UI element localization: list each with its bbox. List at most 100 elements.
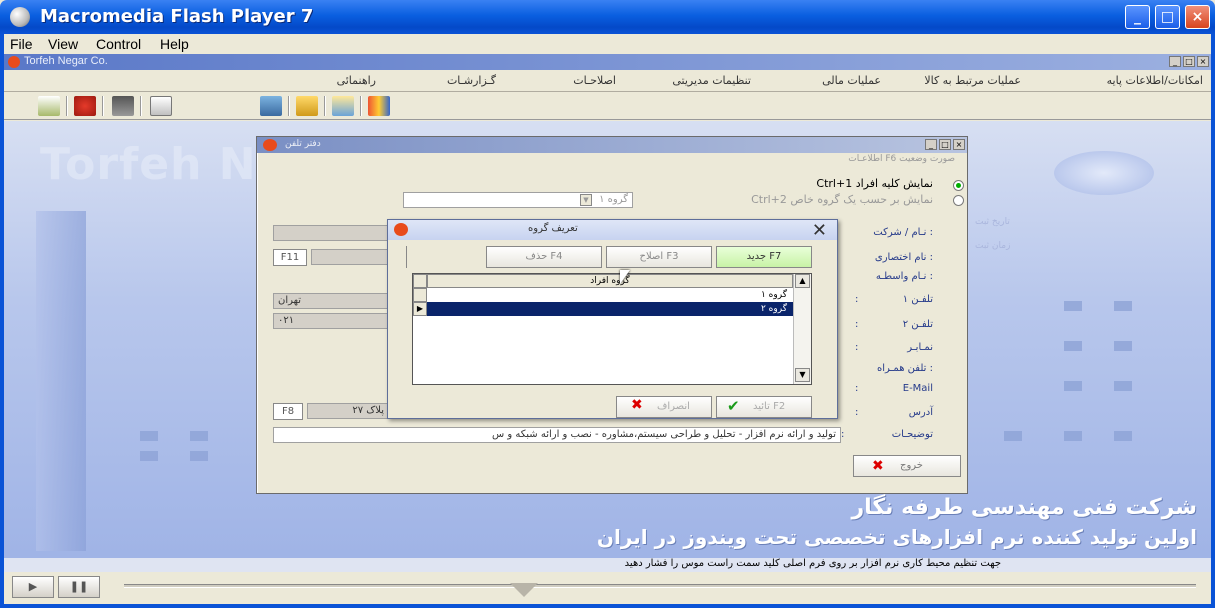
cancel-button-label: انصراف xyxy=(657,401,690,412)
decor-tile xyxy=(1114,381,1132,391)
label-colon: : xyxy=(855,383,859,394)
phonebook-title: دفتر تلفن xyxy=(285,139,321,149)
company-logo xyxy=(1054,151,1154,195)
window-title: Macromedia Flash Player 7 xyxy=(40,6,314,27)
decor-tile xyxy=(1114,301,1132,311)
checkmark-icon: ✔ xyxy=(727,397,740,415)
close-button[interactable]: × xyxy=(1185,5,1210,29)
group-dialog-title: تعریف گروه xyxy=(528,223,578,234)
phonebook-maximize-button[interactable]: □ xyxy=(939,139,951,150)
app-close-button[interactable]: × xyxy=(1197,56,1209,67)
app-menu-edit[interactable]: اصلاحـات xyxy=(573,74,616,87)
address-field[interactable]: پلاک ۲۷ xyxy=(307,403,389,419)
radio-by-group[interactable] xyxy=(953,195,964,206)
chevron-down-icon[interactable]: ▼ xyxy=(580,194,592,206)
app-menu-reports[interactable]: گـزارشـات xyxy=(447,74,496,87)
row-selector[interactable] xyxy=(413,288,427,302)
label-name: نـام / شرکت : xyxy=(873,227,933,238)
table-row[interactable]: گروه ۱ xyxy=(427,288,793,302)
pause-button[interactable]: ❚❚ xyxy=(58,576,100,598)
folder-icon[interactable] xyxy=(296,96,318,116)
app-titlebar: Torfeh Negar Co. _ □ × xyxy=(4,54,1211,70)
app-menu-basic[interactable]: امکانات/اطلاعات پایه xyxy=(1107,74,1203,87)
decor-tile xyxy=(1114,431,1132,441)
play-button[interactable]: ▶ xyxy=(12,576,54,598)
app-maximize-button[interactable]: □ xyxy=(1183,56,1195,67)
app-menu-admin[interactable]: تنظیمات مدیریتی xyxy=(672,74,751,87)
scrollbar[interactable]: ▲ ▼ xyxy=(793,274,811,384)
minimize-button[interactable]: _ xyxy=(1125,5,1150,29)
menu-help[interactable]: Help xyxy=(160,36,189,52)
decor-tile xyxy=(140,451,158,461)
seek-track[interactable] xyxy=(124,583,1196,597)
groups-table: گروه افراد گروه ۱ ▶ گروه ۲ ▲ ▼ xyxy=(412,273,812,385)
notepad-icon[interactable] xyxy=(150,96,172,116)
city-field[interactable]: تهران xyxy=(273,293,389,309)
table-row[interactable]: گروه ۲ xyxy=(427,302,793,316)
app-menu-finance[interactable]: عملیات مالی xyxy=(822,74,881,87)
label-mobile: تلفن همـراه : xyxy=(876,363,933,374)
phonebook-minimize-button[interactable]: _ xyxy=(925,139,937,150)
decor-tile xyxy=(1114,341,1132,351)
phonebook-tabs[interactable]: اطلاعـات F6 صورت وضعیت xyxy=(848,154,955,164)
area-code-field[interactable]: ۰۲۱ xyxy=(273,313,389,329)
chart-icon[interactable] xyxy=(368,96,390,116)
radio-show-all[interactable] xyxy=(953,180,964,191)
group-select[interactable]: ▼ گروه ۱ xyxy=(403,192,633,208)
decor-tile xyxy=(1064,301,1082,311)
cancel-button[interactable]: ✖ انصراف xyxy=(616,396,712,418)
maximize-button[interactable]: □ xyxy=(1155,5,1180,29)
window-titlebar[interactable]: Macromedia Flash Player 7 _ □ × xyxy=(0,0,1215,34)
toolbar-separator xyxy=(102,96,104,116)
status-text: جهت تنظیم محیط کاری نرم افزار بر روی فرم… xyxy=(624,558,1001,569)
new-group-button[interactable]: جدید F7 xyxy=(716,246,812,268)
mouse-cursor-icon xyxy=(620,270,630,284)
short-name-field[interactable] xyxy=(311,249,389,265)
toolbar-separator xyxy=(324,96,326,116)
row-selector[interactable] xyxy=(413,274,427,288)
exit-button[interactable]: ✖ خروج xyxy=(853,455,961,477)
edit-group-button[interactable]: اصلاح F3 xyxy=(606,246,712,268)
player-controls: ▶ ❚❚ xyxy=(4,572,1211,604)
app-minimize-button[interactable]: _ xyxy=(1169,56,1181,67)
calculator-icon[interactable] xyxy=(112,96,134,116)
menu-file[interactable]: File xyxy=(10,36,33,52)
description-field[interactable]: تولید و ارائه نرم افزار - تحلیل و طراحی … xyxy=(273,427,841,443)
group-dialog-titlebar: تعریف گروه ✕ xyxy=(388,220,837,241)
group-dialog-logo-icon xyxy=(394,223,408,236)
f8-button[interactable]: F8 xyxy=(273,403,303,420)
seek-thumb[interactable] xyxy=(510,583,538,597)
decor-tile xyxy=(1064,431,1082,441)
report-icon[interactable] xyxy=(332,96,354,116)
label-email: E-Mail xyxy=(902,383,933,394)
phone-icon[interactable] xyxy=(74,96,96,116)
label-colon: : xyxy=(855,319,859,330)
label-short-name: نام اختصاری : xyxy=(874,252,933,263)
toolbar xyxy=(4,92,1211,120)
scroll-up-icon[interactable]: ▲ xyxy=(795,274,810,288)
menu-control[interactable]: Control xyxy=(96,36,141,52)
label-colon: : xyxy=(855,294,859,305)
edit-tool-icon[interactable] xyxy=(38,96,60,116)
label-phone1: تلفـن ۱ xyxy=(902,294,933,305)
phonebook-close-button[interactable]: × xyxy=(953,139,965,150)
scroll-down-icon[interactable]: ▼ xyxy=(795,368,810,382)
app-logo-icon xyxy=(8,56,20,68)
confirm-button[interactable]: ✔ تائید F2 xyxy=(716,396,812,418)
app-menu-goods[interactable]: عملیات مرتبط به کالا xyxy=(924,74,1021,87)
current-row-indicator-icon[interactable]: ▶ xyxy=(413,302,427,316)
f11-button[interactable]: F11 xyxy=(273,249,307,266)
document-icon[interactable] xyxy=(260,96,282,116)
toolbar-separator xyxy=(406,246,408,268)
group-dialog-close-icon[interactable]: ✕ xyxy=(812,220,827,241)
registration-time-label: زمان ثبت xyxy=(975,241,1011,251)
app-menu-help[interactable]: راهنمائی xyxy=(337,74,376,87)
name-field[interactable] xyxy=(273,225,389,241)
app-title: Torfeh Negar Co. xyxy=(24,55,108,67)
vertical-brand-strip xyxy=(36,211,86,551)
toolbar-separator xyxy=(360,96,362,116)
menu-view[interactable]: View xyxy=(48,36,78,52)
x-icon: ✖ xyxy=(631,397,643,413)
delete-group-button[interactable]: حذف F4 xyxy=(486,246,602,268)
column-header-group[interactable]: گروه افراد xyxy=(427,274,793,288)
